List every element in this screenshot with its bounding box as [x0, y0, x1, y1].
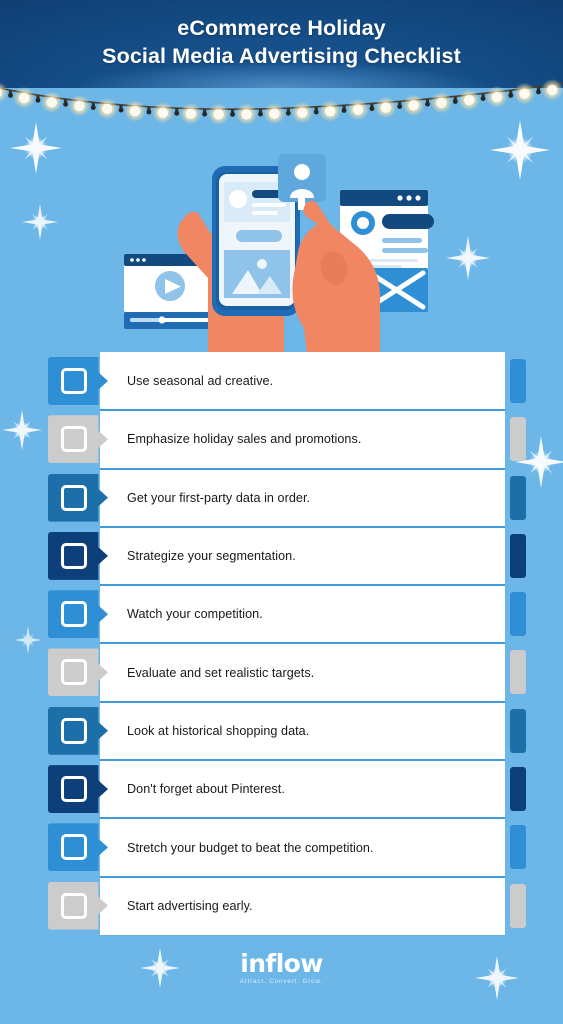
checklist-card[interactable]: Watch your competition.: [100, 585, 505, 644]
checklist-card[interactable]: Don't forget about Pinterest.: [100, 760, 505, 819]
checkbox-tab[interactable]: [48, 357, 108, 405]
checklist-row[interactable]: Evaluate and set realistic targets.: [0, 642, 563, 702]
checklist-card[interactable]: Get your first-party data in order.: [100, 468, 505, 527]
checklist-row[interactable]: Get your first-party data in order.: [0, 467, 563, 527]
row-divider: [100, 409, 505, 412]
row-end-stub: [510, 359, 526, 403]
hands-holding-phone-illustration: [124, 154, 434, 364]
checkbox-icon[interactable]: [60, 659, 87, 686]
checklist-row[interactable]: Look at historical shopping data.: [0, 700, 563, 761]
footer-logo: inflow Attract. Convert. Grow.: [0, 950, 563, 985]
checkbox-icon[interactable]: [60, 717, 87, 744]
row-end-stub: [510, 592, 526, 637]
checkbox-icon[interactable]: [60, 776, 87, 803]
title-line-2: Social Media Advertising Checklist: [102, 44, 461, 68]
checklist-row[interactable]: Strategize your segmentation.: [0, 525, 563, 586]
title-line-1: eCommerce Holiday: [177, 16, 386, 40]
row-end-stub: [510, 825, 526, 870]
checkbox-icon[interactable]: [60, 892, 87, 919]
checklist-row[interactable]: Emphasize holiday sales and promotions.: [0, 409, 563, 469]
row-end-stub: [510, 417, 526, 462]
row-end-stub: [510, 767, 526, 812]
checklist-item-label: Strategize your segmentation.: [127, 549, 296, 564]
checklist-item-label: Evaluate and set realistic targets.: [127, 665, 315, 680]
checklist-row[interactable]: Don't forget about Pinterest.: [0, 759, 563, 819]
checkbox-icon[interactable]: [60, 834, 87, 861]
checklist-item-label: Start advertising early.: [127, 898, 253, 913]
checklist-card[interactable]: Use seasonal ad creative.: [100, 352, 505, 411]
checkbox-tab[interactable]: [48, 765, 108, 814]
sparkle-icon: [490, 120, 550, 180]
checklist-row[interactable]: Start advertising early.: [0, 875, 563, 935]
checkbox-icon[interactable]: [60, 368, 87, 394]
page-title: eCommerce Holiday Social Media Advertisi…: [0, 14, 563, 70]
checklist-card[interactable]: Evaluate and set realistic targets.: [100, 643, 505, 702]
checklist-item-label: Don't forget about Pinterest.: [127, 782, 285, 797]
inflow-logo-text: inflow: [240, 949, 323, 978]
sparkle-icon: [22, 204, 58, 240]
checkbox-icon[interactable]: [60, 484, 87, 511]
checklist-card[interactable]: Strategize your segmentation.: [100, 526, 505, 586]
checkbox-icon[interactable]: [60, 601, 87, 628]
checkbox-tab[interactable]: [48, 706, 108, 755]
checklist-card[interactable]: Emphasize holiday sales and promotions.: [100, 410, 505, 469]
sparkle-icon: [10, 122, 62, 174]
row-divider: [100, 525, 505, 528]
sparkle-icon: [446, 236, 490, 280]
row-divider: [100, 700, 505, 703]
checklist-item-label: Use seasonal ad creative.: [127, 374, 274, 389]
checklist-item-label: Stretch your budget to beat the competit…: [127, 840, 374, 855]
row-end-stub: [510, 708, 526, 753]
checkbox-icon[interactable]: [60, 426, 87, 453]
checkbox-tab[interactable]: [48, 473, 108, 522]
inflow-tagline: Attract. Convert. Grow.: [239, 978, 324, 985]
row-divider: [100, 642, 505, 645]
row-end-stub: [510, 533, 526, 578]
checklist-item-label: Look at historical shopping data.: [127, 723, 310, 738]
checkbox-tab[interactable]: [48, 881, 108, 930]
checklist: Use seasonal ad creative. Emphasize holid…: [0, 352, 563, 935]
row-end-stub: [510, 883, 526, 928]
checkbox-tab[interactable]: [48, 823, 108, 872]
checklist-item-label: Watch your competition.: [127, 607, 263, 622]
checklist-row[interactable]: Use seasonal ad creative.: [0, 352, 563, 411]
row-divider: [100, 584, 505, 587]
checkbox-icon[interactable]: [60, 542, 87, 569]
checklist-row[interactable]: Watch your competition.: [0, 584, 563, 644]
checklist-card[interactable]: Start advertising early.: [100, 876, 505, 935]
infographic-poster: eCommerce Holiday Social Media Advertisi…: [0, 0, 563, 1024]
checklist-row[interactable]: Stretch your budget to beat the competit…: [0, 817, 563, 877]
checkbox-tab[interactable]: [48, 531, 108, 580]
checklist-item-label: Emphasize holiday sales and promotions.: [127, 432, 362, 447]
string-lights-icon: [0, 78, 563, 124]
row-divider: [100, 817, 505, 820]
row-divider: [100, 759, 505, 762]
checklist-item-label: Get your first-party data in order.: [127, 490, 311, 505]
checkbox-tab[interactable]: [48, 415, 108, 464]
checkbox-tab[interactable]: [48, 590, 108, 639]
row-divider: [100, 875, 505, 878]
checkbox-tab[interactable]: [48, 648, 108, 697]
checklist-card[interactable]: Stretch your budget to beat the competit…: [100, 818, 505, 877]
row-end-stub: [510, 475, 526, 520]
row-end-stub: [510, 650, 526, 695]
profile-card: [278, 154, 326, 210]
checklist-card[interactable]: Look at historical shopping data.: [100, 701, 505, 761]
row-divider: [100, 467, 505, 470]
